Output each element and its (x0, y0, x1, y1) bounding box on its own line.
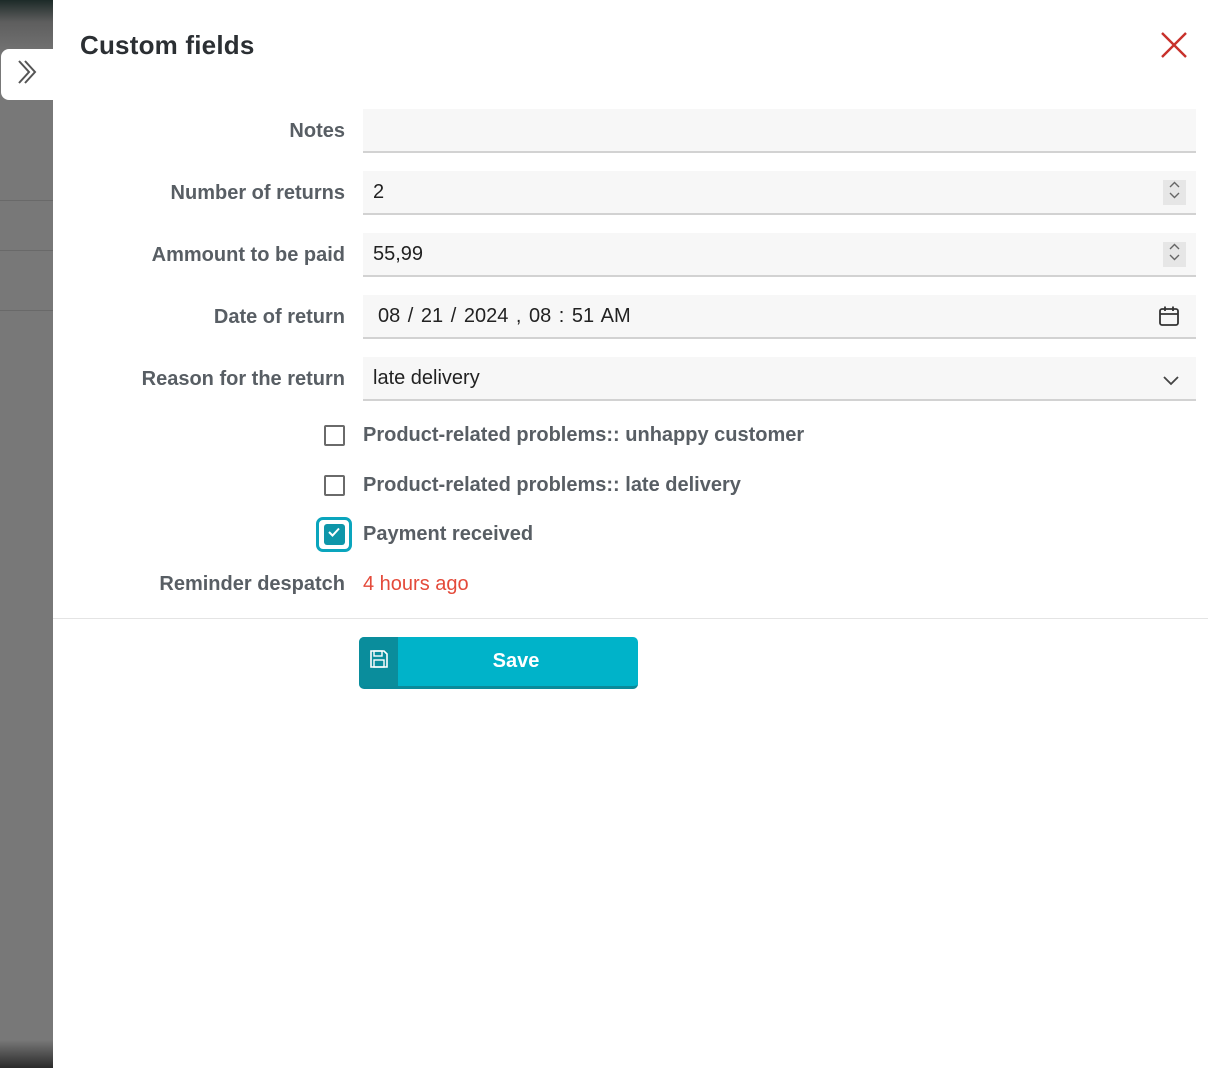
date-value: 08 / 21 / 2024 , 08 : 51 AM (378, 304, 631, 327)
reason-label: Reason for the return (141, 367, 345, 390)
collapse-panel-button[interactable] (1, 49, 53, 100)
notes-label: Notes (289, 119, 345, 142)
checkbox-row-payment-received: Payment received (315, 514, 533, 554)
amount-value: 55,99 (373, 242, 424, 265)
checkbox-payment-received[interactable] (316, 516, 352, 552)
returns-label: Number of returns (170, 181, 345, 204)
reason-value: late delivery (373, 366, 480, 389)
amount-input[interactable]: 55,99 (363, 233, 1196, 277)
date-label: Date of return (213, 305, 345, 328)
chevron-down-icon (1162, 370, 1180, 393)
reminder-value: 4 hours ago (363, 572, 469, 595)
save-button-label: Save (492, 650, 540, 672)
background-overlay (0, 0, 53, 1068)
background-divider (0, 200, 53, 201)
number-stepper[interactable] (1163, 180, 1186, 205)
checkbox-label: Payment received (363, 522, 534, 545)
returns-value: 2 (373, 180, 385, 203)
date-row: Date of return 08 / 21 / 2024 , 08 : 51 … (53, 295, 1208, 339)
checkbox-label: Product-related problems:: unhappy custo… (363, 423, 805, 446)
returns-input[interactable]: 2 (363, 171, 1196, 215)
divider (53, 618, 1208, 619)
returns-row: Number of returns 2 (53, 171, 1208, 215)
checkbox-late-delivery[interactable] (324, 474, 345, 496)
reminder-row: Reminder despatch 4 hours ago (53, 562, 1208, 606)
stepper-icon (1169, 243, 1180, 267)
save-icon-container (359, 637, 398, 686)
reason-row: Reason for the return late delivery (53, 357, 1208, 401)
amount-label: Ammount to be paid (151, 243, 345, 266)
background-divider (0, 250, 53, 251)
amount-row: Ammount to be paid 55,99 (53, 233, 1208, 277)
calendar-icon[interactable] (1158, 305, 1180, 333)
number-stepper[interactable] (1163, 242, 1186, 267)
date-input[interactable]: 08 / 21 / 2024 , 08 : 51 AM (363, 295, 1196, 339)
custom-fields-panel: Custom fields Notes Number of returns 2 (53, 0, 1208, 1068)
chevron-right-icon (16, 58, 38, 91)
panel-title: Custom fields (80, 30, 255, 60)
checkbox-row-unhappy-customer: Product-related problems:: unhappy custo… (315, 415, 804, 455)
close-icon (1160, 31, 1188, 64)
check-icon (327, 525, 341, 543)
close-button[interactable] (1157, 30, 1191, 64)
save-button[interactable]: Save (359, 637, 638, 689)
checkbox-checked-state (323, 523, 345, 545)
notes-input[interactable] (363, 109, 1196, 153)
background-divider (0, 310, 53, 311)
notes-row: Notes (53, 109, 1208, 153)
checkbox-row-late-delivery: Product-related problems:: late delivery (315, 465, 741, 505)
floppy-disk-icon (369, 649, 389, 674)
reason-select[interactable]: late delivery (363, 357, 1196, 401)
checkbox-label: Product-related problems:: late delivery (363, 473, 741, 496)
checkbox-unhappy-customer[interactable] (324, 424, 345, 446)
reminder-label: Reminder despatch (159, 572, 345, 595)
stepper-icon (1169, 181, 1180, 205)
